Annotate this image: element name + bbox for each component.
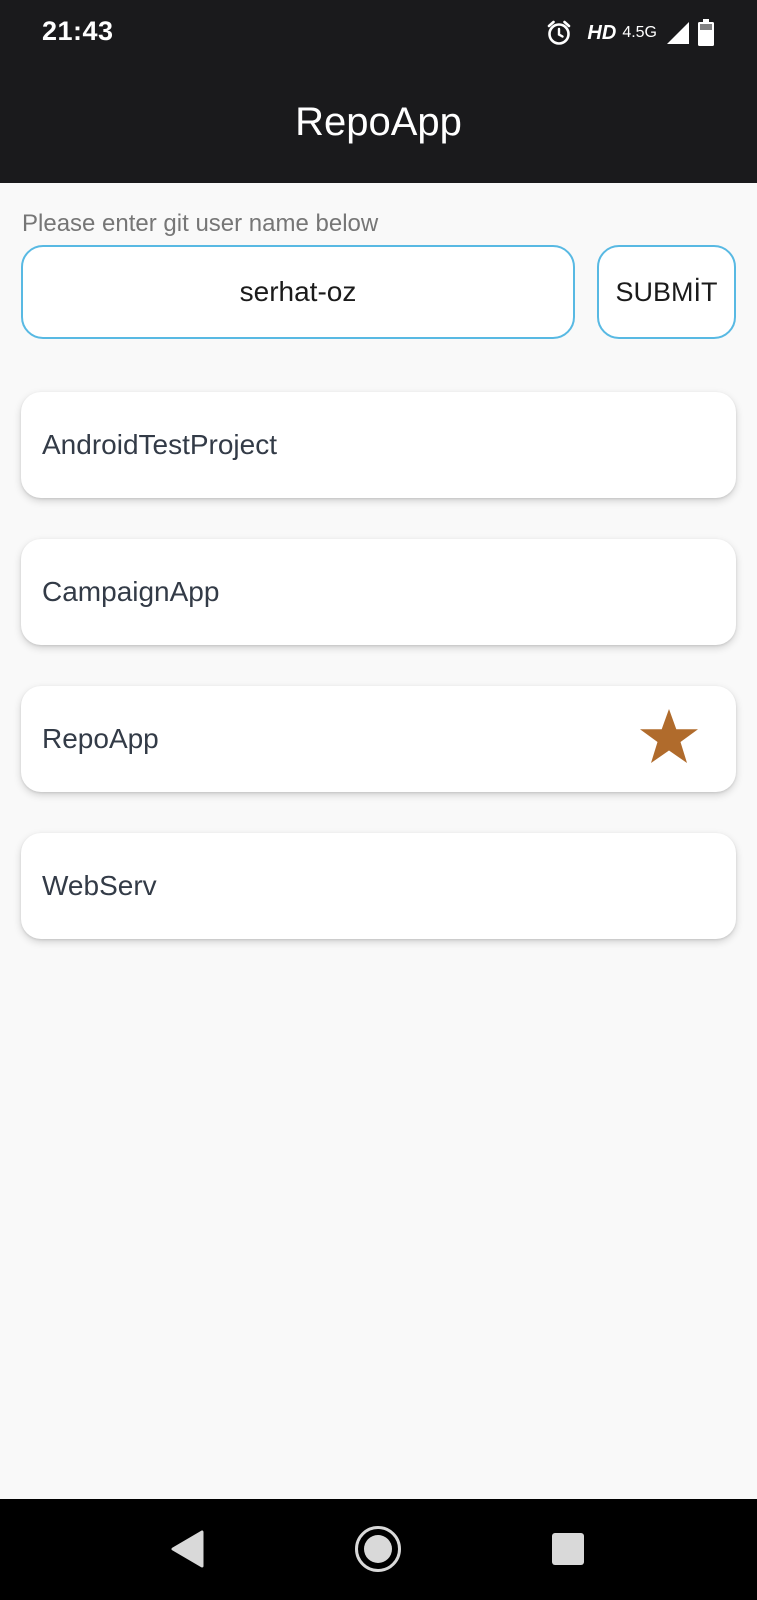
recents-button[interactable] — [538, 1519, 598, 1579]
alarm-icon — [548, 20, 571, 45]
star-icon[interactable] — [638, 707, 700, 769]
navigation-bar — [0, 1499, 757, 1600]
home-icon — [355, 1526, 401, 1572]
app-title: RepoApp — [295, 100, 462, 144]
repo-list-item[interactable]: RepoApp — [21, 686, 736, 792]
repo-name: WebServ — [42, 870, 157, 901]
repo-list-item[interactable]: CampaignApp — [21, 539, 736, 645]
repo-name: AndroidTestProject — [42, 429, 278, 460]
status-time: 21:43 — [42, 16, 114, 46]
recents-icon — [552, 1533, 584, 1565]
repo-name: CampaignApp — [42, 576, 220, 607]
repo-list-item[interactable]: WebServ — [21, 833, 736, 939]
battery-icon — [698, 19, 714, 46]
submit-button[interactable]: SUBMİT — [597, 245, 736, 339]
signal-icon — [667, 22, 689, 44]
repo-name: RepoApp — [42, 723, 159, 754]
status-hd: HD — [587, 21, 617, 44]
back-icon — [171, 1530, 204, 1568]
back-button[interactable] — [158, 1519, 218, 1579]
username-hint: Please enter git user name below — [22, 210, 379, 237]
status-network: 4.5G — [622, 24, 657, 41]
username-input[interactable] — [21, 245, 575, 339]
home-button[interactable] — [348, 1519, 408, 1579]
app-bar: RepoApp — [0, 70, 757, 183]
status-icons: HD 4.5G — [545, 18, 715, 48]
repo-list-item[interactable]: AndroidTestProject — [21, 392, 736, 498]
status-bar: 21:43 HD 4.5G — [0, 0, 757, 70]
